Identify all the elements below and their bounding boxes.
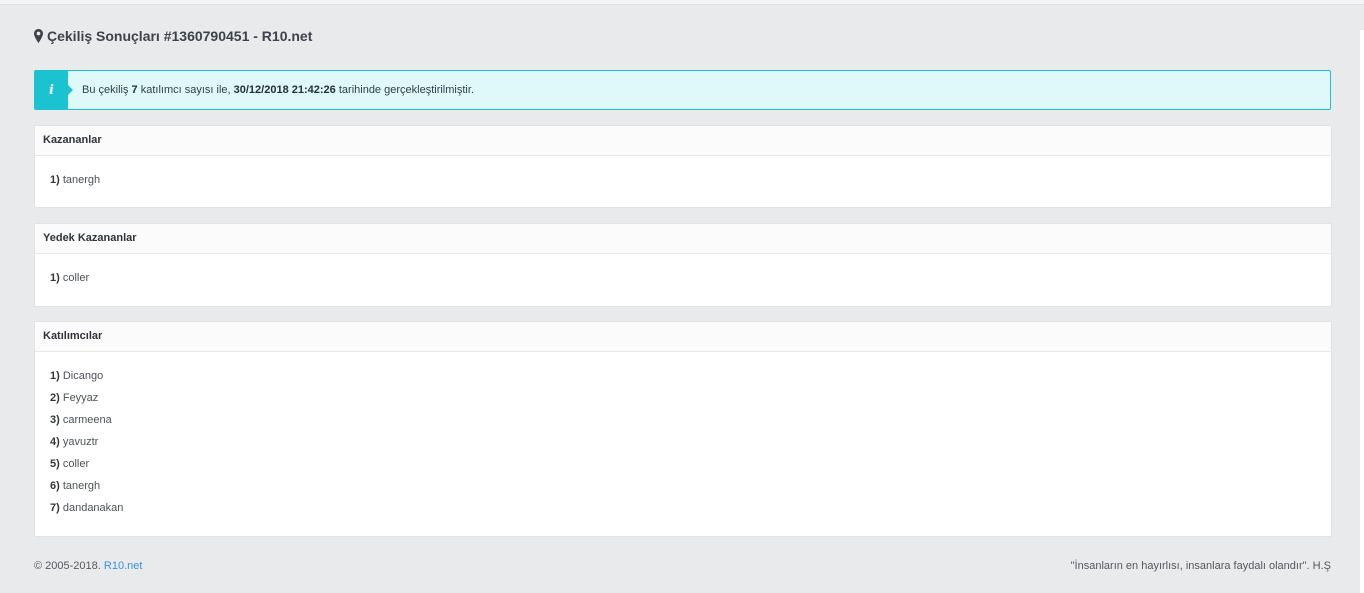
list-item: 1) Dicango xyxy=(50,370,104,382)
panel-title: Yedek Kazananlar xyxy=(35,224,1331,254)
backup-winners-panel: Yedek Kazananlar 1) coller xyxy=(34,223,1332,307)
page-title: Çekiliş Sonuçları #1360790451 - R10.net xyxy=(34,28,312,44)
list-item: 2) Feyyaz xyxy=(50,392,99,404)
footer-quote: "İnsanların en hayırlısı, insanlara fayd… xyxy=(1070,560,1331,572)
list-item: 7) dandanakan xyxy=(50,502,124,514)
list-item: 4) yavuztr xyxy=(50,436,99,448)
participants-panel: Katılımcılar 1) Dicango 2) Feyyaz 3) car… xyxy=(34,321,1332,537)
participants-list: 1) Dicango 2) Feyyaz 3) carmeena 4) yavu… xyxy=(35,352,1331,519)
footer-site-link[interactable]: R10.net xyxy=(104,560,143,572)
info-alert: i Bu çekiliş 7 katılımcı sayısı ile, 30/… xyxy=(34,70,1331,110)
list-item: 1) coller xyxy=(50,272,90,284)
draw-datetime: 30/12/2018 21:42:26 xyxy=(233,84,336,96)
panel-title: Kazananlar xyxy=(35,126,1331,156)
winners-panel: Kazananlar 1) tanergh xyxy=(34,125,1332,208)
list-item: 6) tanergh xyxy=(50,480,101,492)
participant-count: 7 xyxy=(131,84,138,96)
panel-title: Katılımcılar xyxy=(35,322,1331,352)
backup-winners-list: 1) coller xyxy=(35,254,1331,289)
winners-list: 1) tanergh xyxy=(35,156,1331,191)
scrollbar-track[interactable] xyxy=(1360,30,1364,593)
top-border xyxy=(0,0,1364,5)
alert-message: Bu çekiliş 7 katılımcı sayısı ile, 30/12… xyxy=(82,84,474,96)
footer-copyright: © 2005-2018. R10.net xyxy=(34,560,143,572)
map-marker-icon xyxy=(34,29,43,43)
list-item: 1) tanergh xyxy=(50,174,101,186)
info-icon: i xyxy=(35,71,73,109)
list-item: 5) coller xyxy=(50,458,90,470)
page-title-text: Çekiliş Sonuçları #1360790451 - R10.net xyxy=(47,28,313,44)
list-item: 3) carmeena xyxy=(50,414,112,426)
